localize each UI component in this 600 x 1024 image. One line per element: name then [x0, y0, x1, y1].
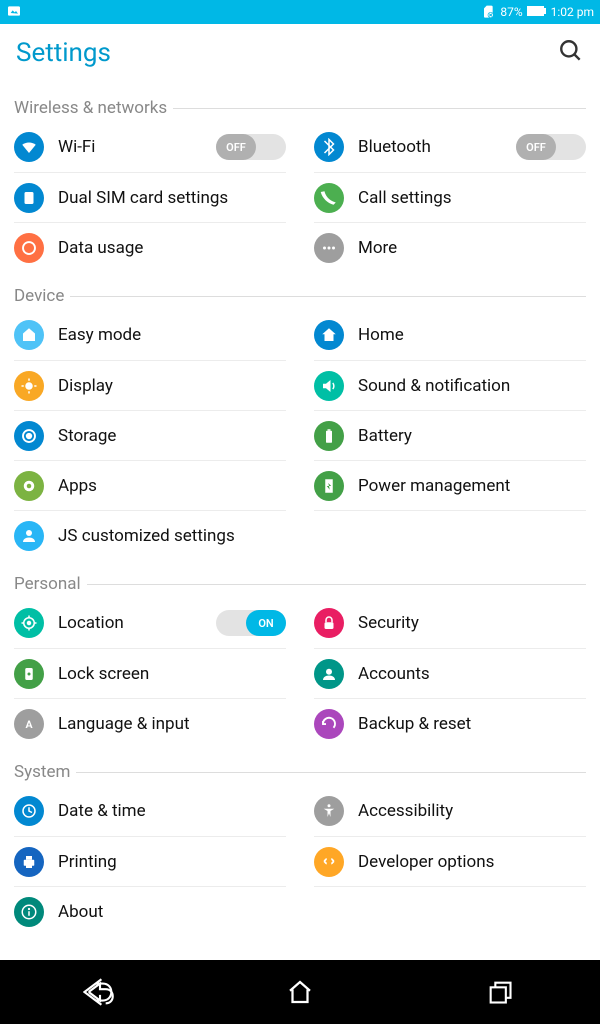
sound-row[interactable]: Sound & notification: [314, 360, 586, 410]
accounts-icon: [314, 659, 344, 689]
location-row[interactable]: Location ON: [14, 598, 286, 648]
about-row[interactable]: About: [14, 886, 286, 936]
battery-icon: [314, 421, 344, 451]
accessibility-icon: [314, 796, 344, 826]
battery-icon: [527, 5, 547, 20]
display-row[interactable]: Display: [14, 360, 286, 410]
storage-row[interactable]: Storage: [14, 410, 286, 460]
battery-row[interactable]: Battery: [314, 410, 586, 460]
security-row[interactable]: Security: [314, 598, 586, 648]
location-icon: [14, 608, 44, 638]
custom-icon: [14, 521, 44, 551]
clock: 1:02 pm: [551, 5, 594, 19]
call-settings-row[interactable]: Call settings: [314, 172, 586, 222]
data-usage-icon: [14, 233, 44, 263]
section-header-system: System: [14, 762, 586, 782]
nav-bar: [0, 960, 600, 1024]
status-bar: 87% 1:02 pm: [0, 0, 600, 24]
lock-screen-icon: [14, 659, 44, 689]
wifi-toggle[interactable]: OFF: [216, 134, 286, 160]
search-button[interactable]: [558, 38, 584, 68]
sim-icon: [480, 3, 496, 22]
display-icon: [14, 371, 44, 401]
bluetooth-row[interactable]: Bluetooth OFF: [314, 122, 586, 172]
dualsim-row[interactable]: Dual SIM card settings: [14, 172, 286, 222]
lock-screen-row[interactable]: Lock screen: [14, 648, 286, 698]
power-icon: [314, 471, 344, 501]
recent-button[interactable]: [482, 974, 518, 1010]
data-usage-row[interactable]: Data usage: [14, 222, 286, 272]
power-mgmt-row[interactable]: Power management: [314, 460, 586, 510]
printing-row[interactable]: Printing: [14, 836, 286, 886]
svg-text:A: A: [25, 717, 33, 730]
printer-icon: [14, 847, 44, 877]
info-icon: [14, 897, 44, 927]
back-button[interactable]: [82, 974, 118, 1010]
home-button[interactable]: [282, 974, 318, 1010]
apps-icon: [14, 471, 44, 501]
storage-icon: [14, 421, 44, 451]
easy-mode-row[interactable]: Easy mode: [14, 310, 286, 360]
clock-icon: [14, 796, 44, 826]
language-row[interactable]: A Language & input: [14, 698, 286, 748]
datetime-row[interactable]: Date & time: [14, 786, 286, 836]
accounts-row[interactable]: Accounts: [314, 648, 586, 698]
gallery-icon: [6, 3, 22, 22]
battery-percent: 87%: [500, 5, 522, 19]
more-icon: [314, 233, 344, 263]
home-icon: [314, 320, 344, 350]
developer-row[interactable]: Developer options: [314, 836, 586, 886]
location-toggle[interactable]: ON: [216, 610, 286, 636]
section-header-personal: Personal: [14, 574, 586, 594]
header: Settings: [0, 24, 600, 78]
wifi-row[interactable]: Wi-Fi OFF: [14, 122, 286, 172]
bluetooth-icon: [314, 132, 344, 162]
sim-card-icon: [14, 183, 44, 213]
wifi-icon: [14, 132, 44, 162]
home-row[interactable]: Home: [314, 310, 586, 360]
bluetooth-toggle[interactable]: OFF: [516, 134, 586, 160]
more-row[interactable]: More: [314, 222, 586, 272]
backup-icon: [314, 709, 344, 739]
accessibility-row[interactable]: Accessibility: [314, 786, 586, 836]
phone-icon: [314, 183, 344, 213]
section-header-device: Device: [14, 286, 586, 306]
apps-row[interactable]: Apps: [14, 460, 286, 510]
easy-mode-icon: [14, 320, 44, 350]
sound-icon: [314, 371, 344, 401]
custom-settings-row[interactable]: JS customized settings: [14, 510, 286, 560]
page-title: Settings: [16, 38, 111, 68]
backup-row[interactable]: Backup & reset: [314, 698, 586, 748]
developer-icon: [314, 847, 344, 877]
section-header-wireless: Wireless & networks: [14, 98, 586, 118]
language-icon: A: [14, 709, 44, 739]
lock-icon: [314, 608, 344, 638]
